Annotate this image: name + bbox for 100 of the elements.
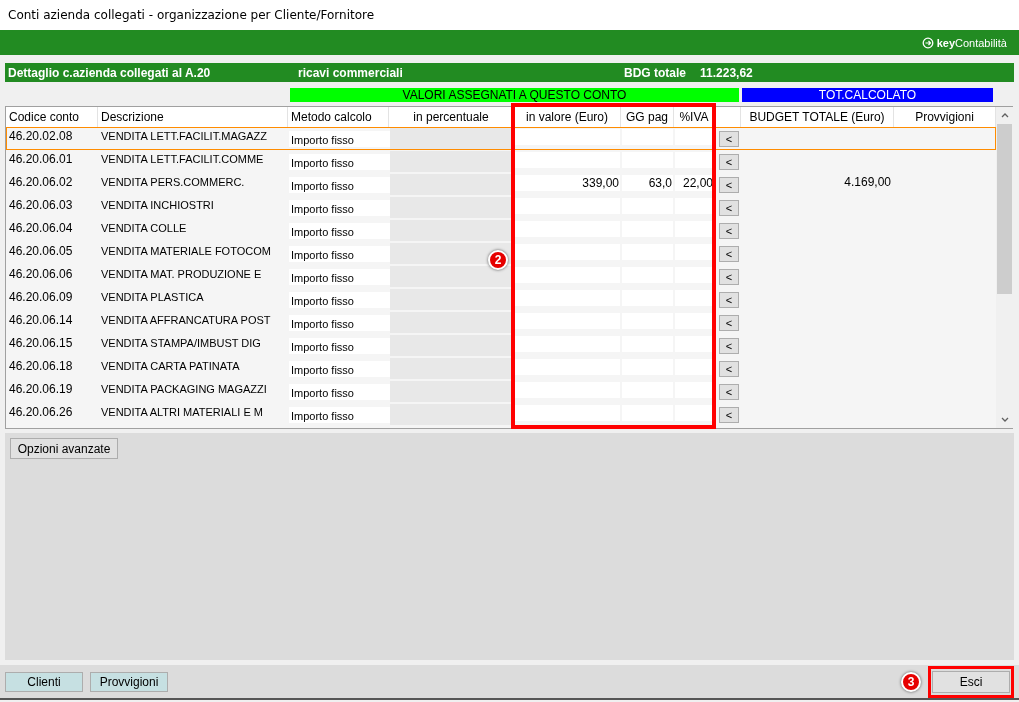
assign-button[interactable]: <: [719, 314, 739, 331]
column-header: Descrizione: [98, 107, 288, 127]
vat-field[interactable]: [675, 221, 714, 237]
account-code: 46.20.06.18: [8, 358, 74, 375]
account-code: 46.20.02.08: [8, 128, 74, 145]
value-field[interactable]: [515, 267, 620, 283]
value-field[interactable]: [515, 198, 620, 214]
method-field[interactable]: Importo fisso: [289, 384, 390, 400]
method-field[interactable]: Importo fisso: [289, 292, 390, 308]
assign-button[interactable]: <: [719, 383, 739, 400]
value-field[interactable]: 339,00: [515, 175, 620, 191]
table-row[interactable]: 46.20.06.09 VENDITA PLASTICA Importo fisso <: [6, 288, 996, 311]
account-description: VENDITA LETT.FACILIT.MAGAZZ: [100, 129, 269, 144]
method-field[interactable]: Importo fisso: [289, 154, 390, 170]
table-row[interactable]: 46.20.06.01 VENDITA LETT.FACILIT.COMME Importo fisso <: [6, 150, 996, 173]
assign-button[interactable]: <: [719, 360, 739, 377]
method-field[interactable]: Importo fisso: [289, 223, 390, 239]
detail-title: Dettaglio c.azienda collegati al A.20: [8, 65, 212, 80]
window-title: Conti azienda collegati - organizzazione per Cliente/Fornitore: [8, 8, 375, 22]
total-label: BDG totale: [624, 65, 686, 80]
account-description: VENDITA COLLE: [100, 221, 188, 236]
account-code: 46.20.06.03: [8, 197, 74, 214]
vat-field[interactable]: [675, 336, 714, 352]
method-field[interactable]: Importo fisso: [289, 361, 390, 377]
account-description: VENDITA MAT. PRODUZIONE E: [100, 267, 263, 282]
table-row[interactable]: 46.20.06.04 VENDITA COLLE Importo fisso <: [6, 219, 996, 242]
callout-number: 3: [901, 671, 921, 692]
account-code: 46.20.06.09: [8, 289, 74, 306]
account-description: VENDITA CARTA PATINATA: [100, 359, 241, 374]
footer-button[interactable]: Clienti: [5, 671, 83, 692]
vat-field[interactable]: [675, 152, 714, 168]
vat-field[interactable]: 22,00: [675, 175, 714, 191]
account-description: VENDITA AFFRANCATURA POST: [100, 313, 272, 328]
account-code: 46.20.06.01: [8, 151, 74, 168]
vat-field[interactable]: [675, 290, 714, 306]
budget-value: 4.169,00: [844, 175, 891, 189]
vat-field[interactable]: [675, 267, 714, 283]
method-field[interactable]: Importo fisso: [289, 407, 390, 423]
account-code: 46.20.06.04: [8, 220, 74, 237]
assign-button[interactable]: <: [719, 337, 739, 354]
column-header: GG pag: [621, 107, 674, 127]
vat-field[interactable]: [675, 198, 714, 214]
value-field[interactable]: [515, 244, 620, 260]
table-row[interactable]: 46.20.06.14 VENDITA AFFRANCATURA POST Importo fisso <: [6, 311, 996, 334]
account-description: VENDITA LETT.FACILIT.COMME: [100, 152, 265, 167]
value-field[interactable]: [515, 290, 620, 306]
group-header: VALORI ASSEGNATI A QUESTO CONTO: [290, 88, 739, 102]
assign-button[interactable]: <: [719, 268, 739, 285]
account-description: VENDITA PLASTICA: [100, 290, 205, 305]
method-field[interactable]: Importo fisso: [289, 177, 390, 193]
footer-button[interactable]: Provvigioni: [90, 671, 168, 692]
account-code: 46.20.06.19: [8, 381, 74, 398]
column-header: in percentuale: [389, 107, 514, 127]
exit-button[interactable]: Esci: [932, 670, 1010, 693]
value-field[interactable]: [515, 152, 620, 168]
method-field[interactable]: Importo fisso: [289, 338, 390, 354]
method-field[interactable]: Importo fisso: [289, 246, 390, 262]
assign-button[interactable]: <: [719, 153, 739, 170]
brand-name: keyContabilità: [936, 36, 1007, 49]
value-field[interactable]: [515, 221, 620, 237]
method-field[interactable]: Importo fisso: [289, 200, 390, 216]
advanced-options-button[interactable]: Opzioni avanzate: [10, 438, 118, 459]
vat-field[interactable]: [675, 405, 714, 421]
value-field[interactable]: [515, 405, 620, 421]
method-field[interactable]: Importo fisso: [289, 269, 390, 285]
method-field[interactable]: Importo fisso: [289, 131, 390, 147]
days-field[interactable]: 63,0: [622, 175, 673, 191]
value-field[interactable]: [515, 359, 620, 375]
assign-button[interactable]: <: [719, 291, 739, 308]
table-row[interactable]: 46.20.06.03 VENDITA INCHIOSTRI Importo fisso <: [6, 196, 996, 219]
account-description: VENDITA PERS.COMMERC.: [100, 175, 246, 190]
value-field[interactable]: [515, 336, 620, 352]
vat-field[interactable]: [675, 313, 714, 329]
days-field[interactable]: [622, 129, 673, 145]
scrollbar[interactable]: [996, 107, 1013, 428]
account-description: VENDITA STAMPA/IMBUST DIG: [100, 336, 262, 351]
assign-button[interactable]: <: [719, 222, 739, 239]
assign-button[interactable]: <: [719, 406, 739, 423]
assign-button[interactable]: <: [719, 199, 739, 216]
assign-button[interactable]: <: [719, 245, 739, 262]
table-row[interactable]: 46.20.06.18 VENDITA CARTA PATINATA Importo fisso <: [6, 357, 996, 380]
assign-button[interactable]: <: [719, 130, 739, 147]
value-field[interactable]: [515, 129, 620, 145]
table-row[interactable]: 46.20.06.02 VENDITA PERS.COMMERC. Importo fisso 339,00 63,0 22,00 < 4.169,00: [6, 173, 996, 196]
account-code: 46.20.06.05: [8, 243, 74, 260]
value-field[interactable]: [515, 382, 620, 398]
vat-field[interactable]: [675, 359, 714, 375]
account-code: 46.20.06.02: [8, 174, 74, 191]
table-row[interactable]: 46.20.02.08 VENDITA LETT.FACILIT.MAGAZZ Importo fisso <: [6, 127, 996, 150]
table-row[interactable]: 46.20.06.26 VENDITA ALTRI MATERIALI E M Importo fisso <: [6, 403, 996, 426]
method-field[interactable]: Importo fisso: [289, 315, 390, 331]
vat-field[interactable]: [675, 129, 714, 145]
assign-button[interactable]: <: [719, 176, 739, 193]
table-row[interactable]: 46.20.06.19 VENDITA PACKAGING MAGAZZI Importo fisso <: [6, 380, 996, 403]
table-row[interactable]: 46.20.06.15 VENDITA STAMPA/IMBUST DIG Importo fisso <: [6, 334, 996, 357]
vat-field[interactable]: [675, 244, 714, 260]
column-header: Metodo calcolo: [288, 107, 389, 127]
value-field[interactable]: [515, 313, 620, 329]
group-header: TOT.CALCOLATO: [742, 88, 993, 102]
vat-field[interactable]: [675, 382, 714, 398]
